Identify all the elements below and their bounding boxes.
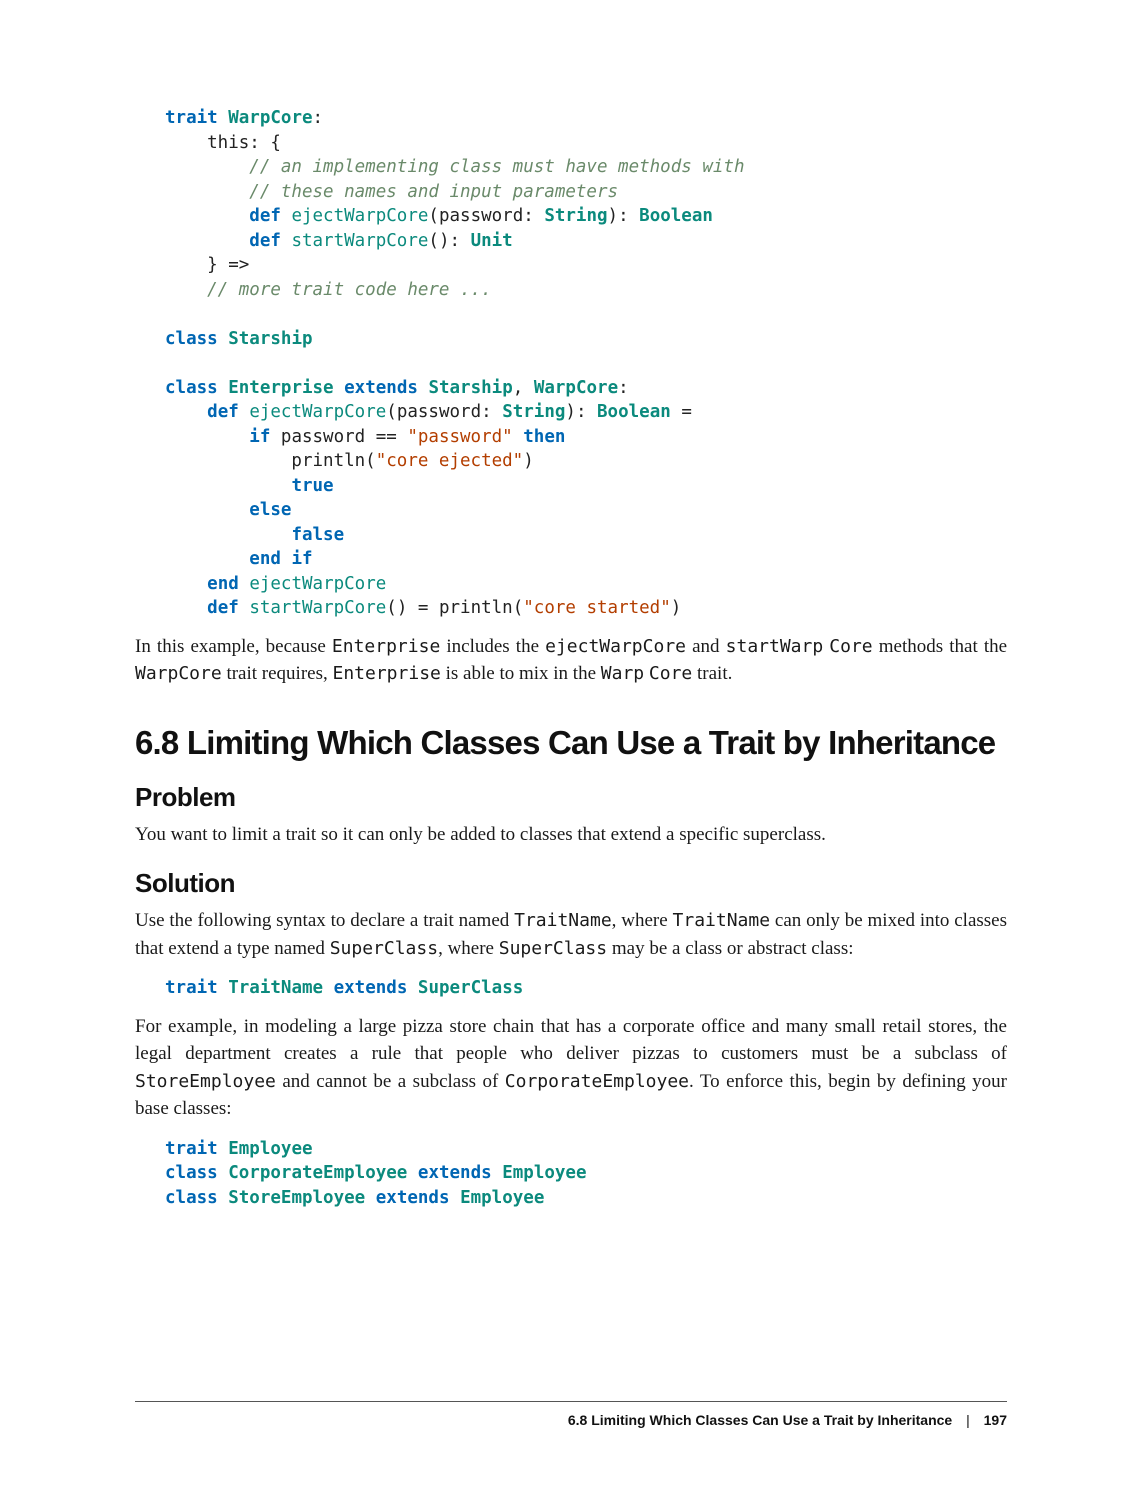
comment: // these names and input parameters [165, 182, 618, 202]
keyword: trait [165, 108, 218, 128]
code-block-employee: trait Employee class CorporateEmployee e… [135, 1137, 1007, 1211]
footer-section-title: 6.8 Limiting Which Classes Can Use a Tra… [568, 1412, 952, 1428]
code-block-warpcore: trait WarpCore: this: { // an implementi… [135, 106, 1007, 621]
paragraph: You want to limit a trait so it can only… [135, 821, 1007, 849]
book-page: trait WarpCore: this: { // an implementi… [0, 0, 1142, 1500]
paragraph: Use the following syntax to declare a tr… [135, 907, 1007, 962]
subheading-solution: Solution [135, 868, 1007, 899]
footer-page-number: 197 [984, 1412, 1007, 1428]
subheading-problem: Problem [135, 782, 1007, 813]
paragraph: For example, in modeling a large pizza s… [135, 1013, 1007, 1123]
code-block-traitname: trait TraitName extends SuperClass [135, 976, 1007, 1001]
comment: // an implementing class must have metho… [165, 157, 744, 177]
footer-separator: | [956, 1412, 980, 1428]
comment: // more trait code here ... [165, 280, 492, 300]
section-heading: 6.8 Limiting Which Classes Can Use a Tra… [135, 724, 1007, 762]
inline-code: Enterprise [332, 636, 440, 657]
paragraph: In this example, because Enterprise incl… [135, 633, 1007, 688]
type: WarpCore [228, 108, 312, 128]
page-footer: 6.8 Limiting Which Classes Can Use a Tra… [135, 1401, 1007, 1428]
